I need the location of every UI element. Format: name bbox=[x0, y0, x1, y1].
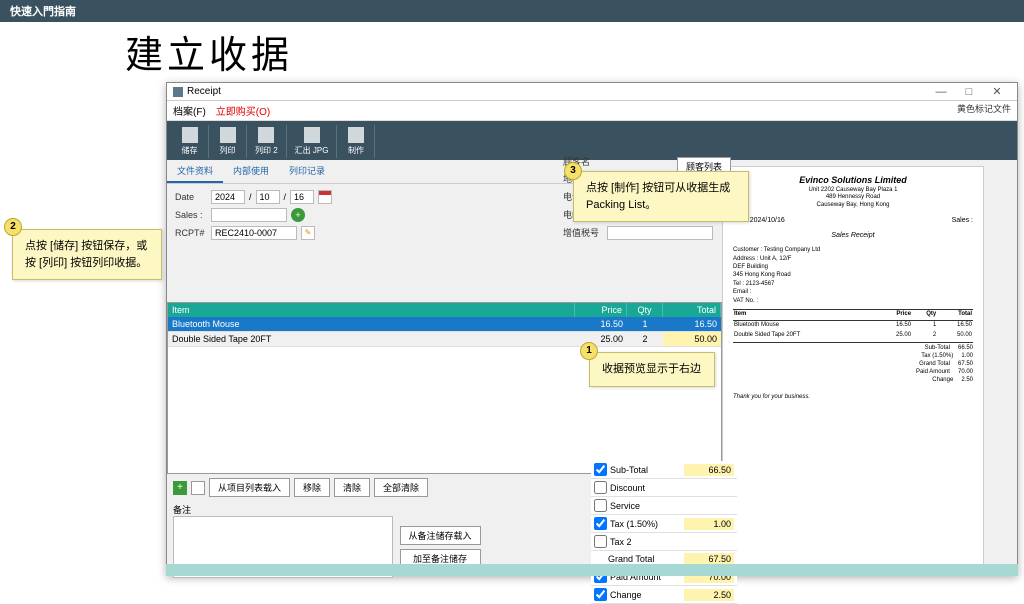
print-button[interactable]: 列印 bbox=[209, 125, 247, 158]
bottom-accent-bar bbox=[166, 564, 1018, 576]
table-row[interactable]: Bluetooth Mouse16.50116.50 bbox=[168, 317, 721, 332]
callout-2: 点按 [储存] 按钮保存，或按 [列印] 按钮列印收据。 bbox=[12, 229, 162, 280]
col-total: Total bbox=[663, 303, 721, 317]
tab-print-log[interactable]: 列印记录 bbox=[279, 160, 335, 183]
save-button[interactable]: 储存 bbox=[171, 125, 209, 158]
make-button[interactable]: 制作 bbox=[337, 125, 375, 158]
export-icon bbox=[304, 127, 320, 143]
print-icon bbox=[220, 127, 236, 143]
tab-internal[interactable]: 内部使用 bbox=[223, 160, 279, 183]
save-icon bbox=[182, 127, 198, 143]
tax1-checkbox[interactable] bbox=[594, 517, 607, 530]
discount-checkbox[interactable] bbox=[594, 481, 607, 494]
load-from-items-button[interactable]: 从项目列表载入 bbox=[209, 478, 290, 497]
load-remarks-button[interactable]: 从备注储存载入 bbox=[400, 526, 481, 545]
app-icon bbox=[173, 87, 183, 97]
col-item: Item bbox=[168, 303, 575, 317]
calendar-icon[interactable] bbox=[318, 190, 332, 204]
yellow-marker-label: 黄色标记文件 bbox=[957, 102, 1011, 115]
print2-icon bbox=[258, 127, 274, 143]
receipt-preview: Evinco Solutions Limited Unit 2202 Cause… bbox=[722, 166, 984, 574]
preview-thank-you: Thank you for your business. bbox=[733, 394, 973, 402]
preview-company: Evinco Solutions Limited bbox=[733, 175, 973, 187]
window-title: Receipt bbox=[187, 86, 221, 97]
table-row[interactable]: Double Sided Tape 20FT25.00250.00 bbox=[168, 332, 721, 347]
items-table: Item Price Qty Total Bluetooth Mouse16.5… bbox=[167, 302, 722, 474]
guide-topbar: 快速入門指南 bbox=[0, 0, 1024, 22]
add-row-button[interactable]: + bbox=[173, 481, 187, 495]
preview-items-table: ItemPriceQtyTotal Bluetooth Mouse16.5011… bbox=[733, 309, 973, 340]
print2-button[interactable]: 列印 2 bbox=[247, 125, 287, 158]
menu-file[interactable]: 档案(F) bbox=[173, 103, 206, 118]
preview-customer-info: Customer : Testing Company Ltd Address :… bbox=[733, 246, 973, 305]
badge-3: 3 bbox=[564, 162, 582, 180]
make-icon bbox=[348, 127, 364, 143]
add-sales-button[interactable]: + bbox=[291, 208, 305, 222]
callout-1: 收据预览显示于右边 bbox=[589, 352, 715, 387]
tax2-checkbox[interactable] bbox=[594, 535, 607, 548]
rcpt-label: RCPT# bbox=[175, 228, 207, 238]
tab-doc-info[interactable]: 文件资料 bbox=[167, 160, 223, 183]
year-input[interactable] bbox=[211, 190, 245, 204]
badge-2: 2 bbox=[4, 218, 22, 236]
menubar: 档案(F) 立即购买(O) bbox=[167, 101, 1017, 121]
col-qty: Qty bbox=[627, 303, 663, 317]
preview-totals: Sub-Total66.50 Tax (1.50%)1.00 Grand Tot… bbox=[733, 342, 973, 384]
callout-3: 点按 [制作] 按钮可从收据生成 Packing List。 bbox=[573, 171, 749, 222]
minimize-button[interactable]: — bbox=[927, 86, 955, 98]
clear-button[interactable]: 清除 bbox=[334, 478, 370, 497]
menu-buy-now[interactable]: 立即购买(O) bbox=[216, 103, 270, 118]
close-button[interactable]: ✕ bbox=[983, 85, 1011, 98]
preview-title: Sales Receipt bbox=[733, 231, 973, 240]
export-jpg-button[interactable]: 汇出 JPG bbox=[287, 125, 338, 158]
cust-vat-label: 增值税号 bbox=[563, 226, 607, 240]
clear-all-button[interactable]: 全部清除 bbox=[374, 478, 428, 497]
remove-row-button[interactable]: 移除 bbox=[294, 478, 330, 497]
sales-label: Sales : bbox=[175, 210, 207, 220]
cust-vat-input[interactable] bbox=[607, 226, 713, 240]
day-input[interactable] bbox=[290, 190, 314, 204]
change-checkbox[interactable] bbox=[594, 588, 607, 601]
month-input[interactable] bbox=[256, 190, 280, 204]
maximize-button[interactable]: □ bbox=[955, 86, 983, 98]
date-label: Date bbox=[175, 192, 207, 202]
sales-input[interactable] bbox=[211, 208, 287, 222]
rcpt-input[interactable] bbox=[211, 226, 297, 240]
badge-1: 1 bbox=[580, 342, 598, 360]
row-menu-button[interactable] bbox=[191, 481, 205, 495]
receipt-window: Receipt — □ ✕ 档案(F) 立即购买(O) 黄色标记文件 储存 列印… bbox=[166, 82, 1018, 576]
subtotal-checkbox[interactable] bbox=[594, 463, 607, 476]
page-heading: 建立收据 bbox=[0, 22, 1024, 81]
service-checkbox[interactable] bbox=[594, 499, 607, 512]
totals-panel: Sub-Total66.50 Discount Service Tax (1.5… bbox=[591, 461, 737, 604]
edit-rcpt-icon[interactable]: ✎ bbox=[301, 226, 315, 240]
col-price: Price bbox=[575, 303, 627, 317]
titlebar: Receipt — □ ✕ bbox=[167, 83, 1017, 101]
